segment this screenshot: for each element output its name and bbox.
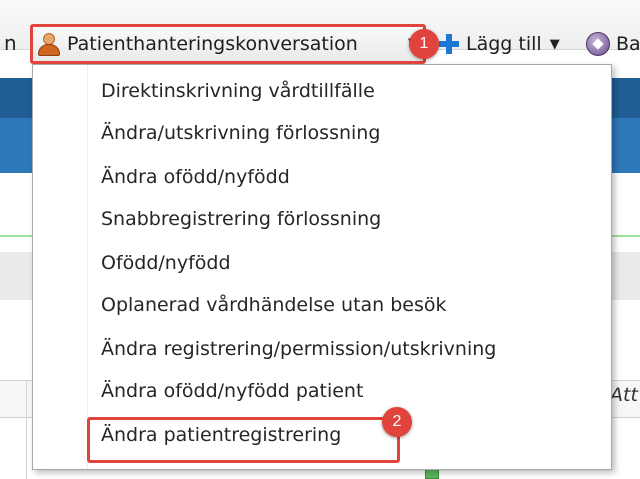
menu-item-andra-registrering-permission[interactable]: Ändra registrering/permission/utskrivnin… <box>101 330 496 368</box>
patient-conversation-menu: Direktinskrivning vårdtillfälle Ändra/ut… <box>32 64 612 470</box>
column-header-att[interactable]: Att <box>610 384 638 406</box>
tag-icon <box>586 32 610 56</box>
plus-icon <box>438 33 460 55</box>
callout-badge-2: 2 <box>382 407 412 437</box>
add-button-label: Lägg till <box>466 33 542 55</box>
menu-item-snabbregistrering-forlossning[interactable]: Snabbregistrering förlossning <box>101 200 381 238</box>
highlight-box-2 <box>87 417 400 463</box>
toolbar-button-ba-label: Ba <box>616 33 640 55</box>
menu-item-ofodd-nyfodd[interactable]: Ofödd/nyfödd <box>101 244 231 282</box>
chevron-down-icon: ▼ <box>549 36 560 52</box>
menu-item-direktinskrivning[interactable]: Direktinskrivning vårdtillfälle <box>101 72 375 110</box>
menu-item-oplanerad-vardhandelse[interactable]: Oplanerad vårdhändelse utan besök <box>101 286 447 324</box>
menu-item-andra-ofodd-nyfodd[interactable]: Ändra ofödd/nyfödd <box>101 158 290 196</box>
menu-item-andra-ofodd-nyfodd-patient[interactable]: Ändra ofödd/nyfödd patient <box>101 372 363 410</box>
callout-badge-1: 1 <box>409 29 439 59</box>
column-divider-left <box>26 380 27 479</box>
toolbar-button-ba[interactable]: Ba <box>586 27 640 61</box>
toolbar-partial-label: n <box>4 31 17 55</box>
menu-item-andra-utskrivning-forlossning[interactable]: Ändra/utskrivning förlossning <box>101 114 380 152</box>
add-button[interactable]: Lägg till ▼ <box>438 27 560 61</box>
highlight-box-1 <box>30 24 426 64</box>
menu-icon-gutter <box>33 65 88 469</box>
